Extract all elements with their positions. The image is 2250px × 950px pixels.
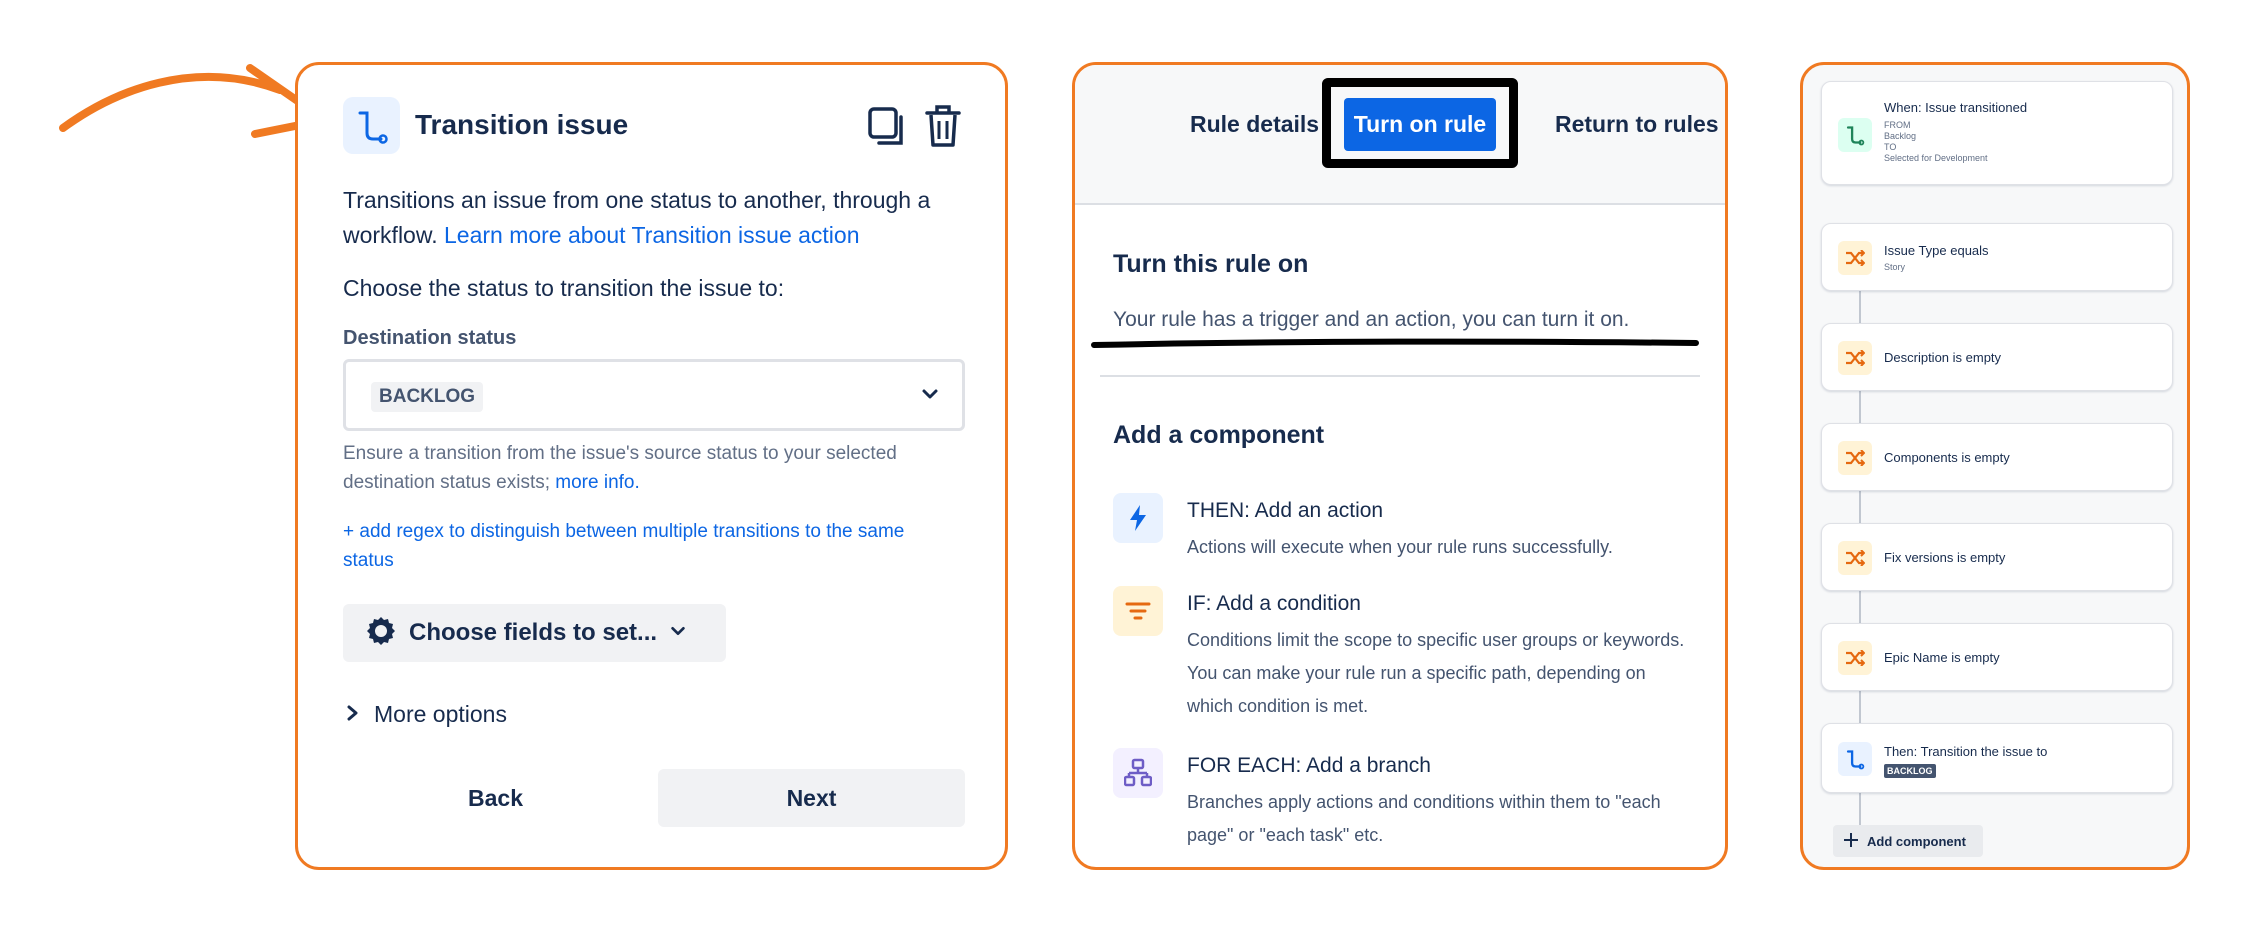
shuffle-icon [1838,441,1872,475]
rule-flow-panel: When: Issue transitioned FROM Backlog TO… [1800,62,2190,870]
component-title: THEN: Add an action [1187,499,1384,522]
helper-text: Ensure a transition from the issue's sou… [343,439,973,497]
add-component-label: Add component [1867,833,1966,849]
return-to-rules-button[interactable]: Return to rules [1555,111,1719,138]
component-title: IF: Add a condition [1187,592,1361,615]
highlight-box: Turn on rule [1322,78,1518,168]
filter-icon [1113,586,1163,636]
condition-title: Fix versions is empty [1884,550,2006,565]
next-button[interactable]: Next [658,769,965,827]
add-condition-option[interactable]: IF: Add a condition Conditions limit the… [1113,586,1713,716]
rule-toolbar: Rule details Turn on rule Return to rule… [1075,65,1725,205]
to-value: Selected for Development [1884,153,1988,163]
destination-status-label: Destination status [343,327,517,349]
trigger-card[interactable]: When: Issue transitioned FROM Backlog TO… [1821,81,2173,185]
chevron-down-icon [669,622,687,645]
condition-card[interactable]: Fix versions is empty [1821,523,2173,591]
to-label: TO [1884,142,1897,152]
add-regex-link[interactable]: + add regex to distinguish between multi… [343,517,953,575]
transition-icon [343,97,400,154]
choose-fields-button[interactable]: Choose fields to set... [343,604,726,662]
component-description: Branches apply actions and conditions wi… [1187,792,1661,845]
more-options-toggle[interactable]: More options [346,701,507,728]
component-description: Conditions limit the scope to specific u… [1187,630,1685,716]
condition-card[interactable]: Components is empty [1821,423,2173,491]
shuffle-icon [1838,341,1872,375]
chevron-right-icon [346,701,360,728]
turn-on-rule-button[interactable]: Turn on rule [1344,98,1496,151]
condition-subtitle: Story [1884,262,1906,272]
rule-panel: Rule details Turn on rule Return to rule… [1072,62,1728,870]
choose-status-prompt: Choose the status to transition the issu… [343,275,785,301]
trigger-message: Your rule has a trigger and an action, y… [1113,308,1630,331]
component-description: Actions will execute when your rule runs… [1187,537,1613,557]
choose-fields-label: Choose fields to set... [409,619,658,646]
transition-icon [1838,742,1872,776]
more-info-link[interactable]: more info. [555,472,639,493]
lightning-icon [1113,493,1163,543]
condition-title: Description is empty [1884,350,2002,365]
learn-more-link[interactable]: Learn more about Transition issue action [444,222,860,248]
condition-card[interactable]: Description is empty [1821,323,2173,391]
plus-icon [1843,832,1859,851]
annotation-underline [1091,338,1699,348]
trigger-title: When: Issue transitioned [1884,100,2028,115]
transition-icon [1838,118,1872,152]
back-button[interactable]: Back [343,769,648,827]
condition-title: Issue Type equals [1884,243,1989,258]
destination-status-select[interactable]: BACKLOG [343,359,965,431]
add-component-button[interactable]: Add component [1833,825,1983,857]
divider [1100,375,1700,377]
shuffle-icon [1838,541,1872,575]
status-lozenge: BACKLOG [1884,764,1936,778]
condition-title: Components is empty [1884,450,2010,465]
transition-issue-panel: Transition issue Transitions an issue fr… [295,62,1008,870]
add-action-option[interactable]: THEN: Add an action Actions will execute… [1113,493,1713,573]
from-value: Backlog [1884,131,1917,141]
gear-icon [365,615,397,652]
chevron-down-icon [920,384,940,404]
component-title: FOR EACH: Add a branch [1187,754,1431,777]
copy-icon[interactable] [867,101,907,149]
rule-details-button[interactable]: Rule details [1190,111,1319,138]
more-options-label: More options [374,701,507,727]
turn-rule-on-heading: Turn this rule on [1113,250,1309,278]
condition-title: Epic Name is empty [1884,650,2000,665]
panel-title: Transition issue [415,109,629,140]
action-card[interactable]: Then: Transition the issue to BACKLOG [1821,723,2173,793]
panel-description: Transitions an issue from one status to … [343,183,983,253]
shuffle-icon [1838,641,1872,675]
add-branch-option[interactable]: FOR EACH: Add a branch Branches apply ac… [1113,748,1713,858]
add-component-heading: Add a component [1113,421,1325,449]
from-label: FROM [1884,120,1911,130]
shuffle-icon [1838,241,1872,275]
condition-card[interactable]: Issue Type equals Story [1821,223,2173,291]
action-title: Then: Transition the issue to [1884,744,2048,759]
condition-card[interactable]: Epic Name is empty [1821,623,2173,691]
panel-header: Transition issue [343,95,963,155]
trash-icon[interactable] [923,101,963,149]
status-lozenge: BACKLOG [371,382,484,412]
branch-icon [1113,748,1163,798]
